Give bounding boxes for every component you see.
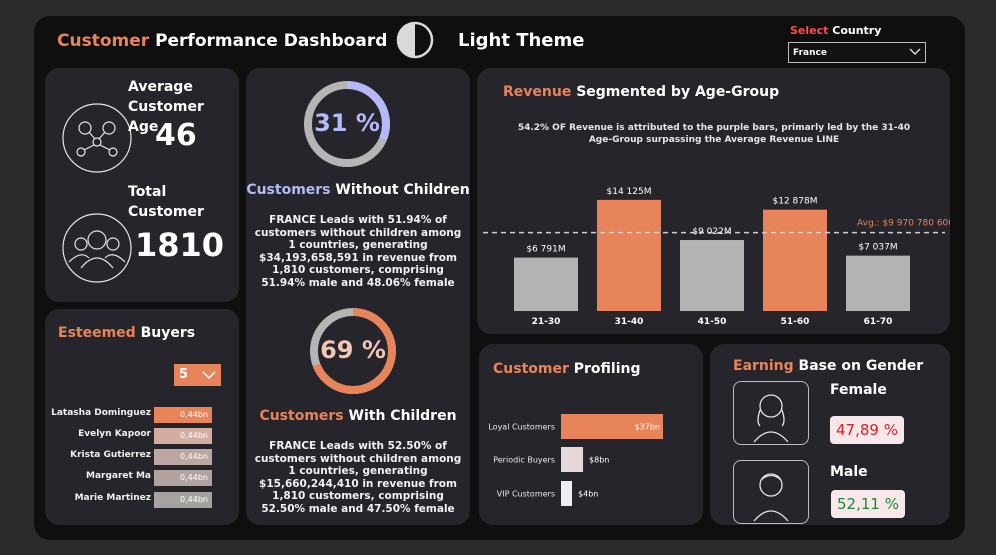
half-circle-icon [396,21,434,59]
theme-label: Light Theme [458,30,585,51]
country-select[interactable]: France [788,42,926,63]
theme-toggle-button[interactable] [395,20,435,60]
male-pct-badge: 52,11 % [831,490,905,518]
customer-profiling-card: Customer Profiling Loyal Customers $37bn P… [479,344,703,525]
buyer-name: Krista Gutierrez [70,450,151,460]
select-label-rest: Country [832,24,882,37]
buyer-value-bar: 0,44bn [154,407,212,423]
profiling-bar-label: $4bn [578,490,598,499]
profiling-category-label: VIP Customers [497,490,555,499]
revenue-card: Revenue Segmented by Age-Group 54.2% OF … [477,68,950,334]
children-card: 31 % Customers Without Children FRANCE L… [246,68,470,525]
buyer-name: Marie Martinez [74,493,151,503]
with-children-pct: 69 % [320,336,386,364]
without-children-title: Customers Without Children [246,182,470,198]
revenue-bar [597,199,661,311]
chevron-down-icon [909,48,921,55]
buyer-name: Latasha Dominguez [51,408,151,418]
female-label: Female [830,382,887,398]
esteemed-buyers-title-accent: Esteemed [58,325,136,341]
avg-age-label-line1: Average [128,79,193,95]
average-line-label: Avg.: $9 970 780 600 [857,219,950,229]
male-label: Male [830,464,868,480]
revenue-bar-label: $14 125M [607,187,652,197]
male-avatar [733,460,809,524]
avg-age-value: 46 [155,118,197,153]
profiling-category-label: Loyal Customers [488,423,555,432]
kpi-card: Average Customer Age 46 Total Customer 1… [45,68,239,302]
esteemed-buyers-title-rest: Buyers [140,325,196,341]
revenue-bar [514,257,578,311]
select-country-label: Select Country [790,24,881,37]
country-select-value: France [793,48,827,58]
revenue-category-label: 61-70 [864,317,893,327]
revenue-bar [680,240,744,311]
with-children-title: Customers With Children [246,408,470,424]
without-children-donut: 31 % [302,79,392,169]
top-n-dropdown[interactable]: 5 [174,364,221,386]
buyer-value-bar: 0,44bn [154,428,212,444]
without-children-title-rest: Without Children [335,182,470,198]
with-children-donut: 69 % [308,306,398,396]
with-children-description: FRANCE Leads with 52.50% of customers wi… [254,440,462,515]
revenue-bar-label: $7 037M [858,243,897,253]
buyer-row: Latasha Dominguez 0,44bn [45,407,245,423]
revenue-category-label: 51-60 [781,317,810,327]
gender-title-accent: Earning [733,358,794,374]
buyer-value-bar: 0,44bn [154,470,212,486]
buyers-list: Latasha Dominguez 0,44bn Evelyn Kapoor 0… [45,407,239,517]
esteemed-buyers-title: Esteemed Buyers [58,325,195,341]
profiling-bar-label: $8bn [589,456,609,465]
buyer-value-bar: 0,44bn [154,492,212,508]
female-user-icon [753,394,789,443]
without-children-pct: 31 % [314,109,380,137]
gender-title: Earning Base on Gender [733,358,923,374]
customer-group-icon [62,213,132,283]
gender-card: Earning Base on Gender Female 47,89 % Ma… [710,344,950,525]
male-user-icon [753,473,789,522]
revenue-bar [763,209,827,311]
profiling-bar [561,481,573,506]
revenue-bar-label: $12 878M [773,197,818,207]
buyer-row: Marie Martinez 0,44bn [45,492,245,508]
without-children-title-accent: Customers [246,182,331,198]
buyer-value-bar: 0,44bn [154,449,212,465]
buyer-name: Margaret Ma [86,471,151,481]
buyer-name: Evelyn Kapoor [78,429,151,439]
total-customer-value: 1810 [135,226,225,264]
revenue-bar-label: $6 791M [526,245,565,255]
female-avatar [733,381,809,445]
total-customer-label-line2: Customer [128,204,204,220]
with-children-title-accent: Customers [259,408,344,424]
page-title: Customer Performance Dashboard [57,31,387,51]
revenue-category-label: 31-40 [615,317,644,327]
page-title-rest: Performance Dashboard [155,31,388,51]
profiling-bar [561,447,584,472]
profiling-bar-label: $37bn [635,423,660,432]
revenue-category-label: 21-30 [532,317,561,327]
revenue-category-label: 41-50 [698,317,727,327]
total-customer-label: Total Customer [128,182,204,222]
revenue-bar-chart: Avg.: $9 970 780 600 $6 791M 21-30 $14 125… [483,187,950,327]
total-customer-label-line1: Total [128,184,167,200]
profiling-bar-chart: Loyal Customers $37bn Periodic Buyers $8bn V… [488,414,663,506]
buyer-row: Evelyn Kapoor 0,44bn [45,428,245,444]
without-children-description: FRANCE Leads with 51.94% of customers wi… [254,214,462,289]
top-n-value: 5 [179,367,189,382]
profiling-category-label: Periodic Buyers [493,456,555,465]
female-pct-badge: 47,89 % [830,416,904,444]
buyer-row: Krista Gutierrez 0,44bn [45,449,245,465]
gender-title-rest: Base on Gender [798,358,924,374]
chevron-down-icon [202,371,216,380]
revenue-bar [846,255,910,311]
page-title-accent: Customer [57,31,150,51]
buyer-row: Margaret Ma 0,44bn [45,470,245,486]
esteemed-buyers-card: Esteemed Buyers 5 Latasha Dominguez 0,44… [45,309,239,525]
select-label-accent: Select [790,24,829,37]
with-children-title-rest: With Children [348,408,457,424]
customer-network-icon [62,103,132,173]
